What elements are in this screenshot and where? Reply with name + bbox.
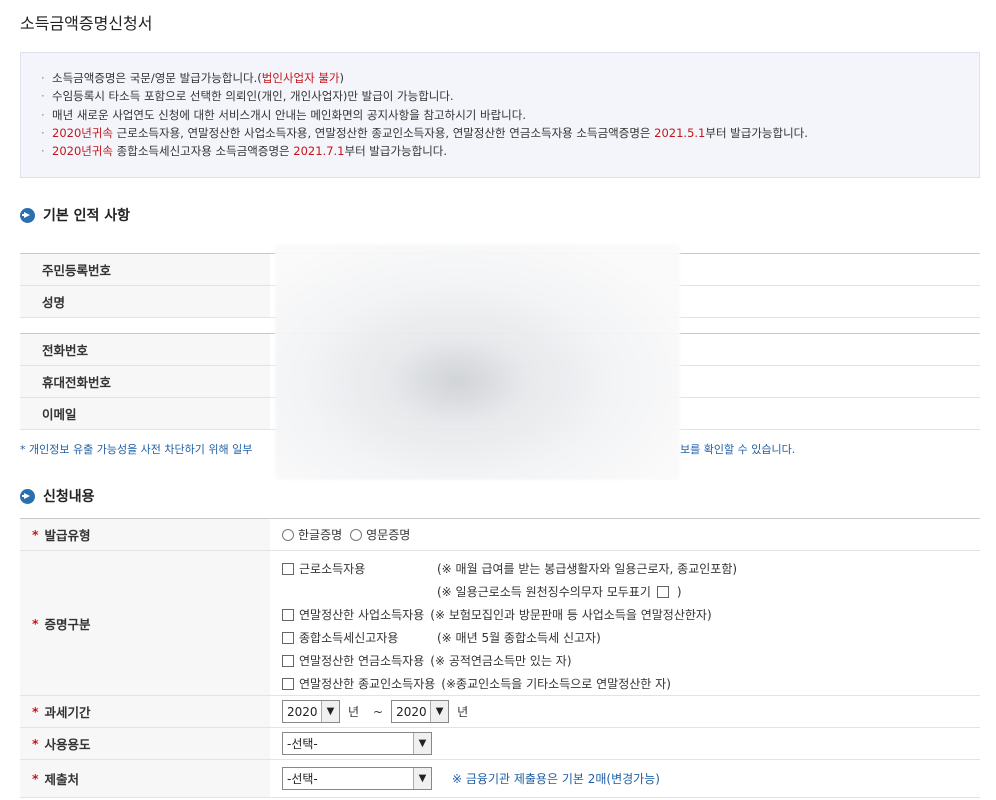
page-title: 소득금액증명신청서 — [20, 14, 153, 33]
cert-option-business[interactable]: 연말정산한 사업소득자용 (※ 보험모집인과 방문판매 등 사업소득을 연말정산… — [282, 603, 737, 626]
privacy-note: * 개인정보 유출 가능성을 사전 차단하기 위해 일부 — [20, 443, 253, 456]
arrow-circle-icon — [20, 207, 35, 223]
submit-to-label: 제출처 — [44, 772, 80, 787]
notice-box: · 소득금액증명은 국문/영문 발급가능합니다.(법인사업자 불가) · 수임등록시… — [20, 52, 980, 178]
arrow-circle-icon — [20, 488, 35, 504]
radio-korean[interactable]: 한글증명 — [282, 526, 342, 543]
chevron-down-icon: ▼ — [413, 768, 431, 789]
checkbox[interactable] — [282, 562, 294, 575]
notice-line: · 2020년귀속 근로소득자용, 연말정산한 사업소득자용, 연말정산한 종교인… — [41, 125, 808, 140]
cert-option-daily-worker: (※ 일용근로소득 원천징수의무자 모두표기 ) — [437, 584, 682, 600]
notice-line: · 수임등록시 타소득 포함으로 선택한 의뢰인(개인, 개인사업자)만 발급이 … — [41, 89, 454, 104]
usage-select[interactable]: -선택- ▼ — [282, 732, 432, 755]
required-mark: * — [32, 615, 39, 631]
radio-button[interactable] — [282, 528, 294, 541]
notice-line: · 소득금액증명은 국문/영문 발급가능합니다.(법인사업자 불가) — [41, 71, 344, 85]
notice-line: · 2020년귀속 종합소득세신고자용 소득금액증명은 2021.7.1부터 발급… — [41, 144, 448, 159]
section-title-basic: 기본 인적 사항 — [20, 205, 130, 225]
required-mark: * — [32, 771, 39, 786]
radio-english[interactable]: 영문증명 — [350, 526, 410, 543]
cert-type-list: 근로소득자용 (※ 매월 급여를 받는 봉급생활자와 일용근로자, 종교인포함)… — [282, 551, 737, 695]
table-row: * 제출처 -선택- ▼ ※ 금융기관 제출용은 기본 2매(변경가능) — [20, 760, 980, 798]
table-row: * 사용용도 -선택- ▼ — [20, 728, 980, 760]
radio-button[interactable] — [350, 528, 363, 541]
checkbox[interactable] — [282, 608, 294, 621]
apply-table: * 발급유형 한글증명 영문증명 * 증명구분 근로소득자용 (※ 매월 급여를 받… — [20, 518, 980, 798]
usage-label: 사용용도 — [44, 737, 91, 752]
cert-option-pension[interactable]: 연말정산한 연금소득자용 (※ 공적연금소득만 있는 자) — [282, 649, 737, 672]
chevron-down-icon: ▼ — [413, 733, 431, 754]
period-to-select[interactable]: 2020 ▼ — [391, 700, 450, 723]
email-label: 이메일 — [20, 398, 270, 429]
checkbox[interactable] — [656, 585, 669, 598]
chevron-down-icon: ▼ — [321, 701, 339, 722]
phone-label: 전화번호 — [20, 334, 270, 365]
cert-type-label: 증명구분 — [44, 616, 91, 632]
resident-number-label: 주민등록번호 — [20, 254, 270, 285]
redacted-area — [275, 244, 680, 480]
required-mark: * — [32, 704, 39, 719]
notice-line: · 매년 새로운 사업연도 신청에 대한 서비스개시 안내는 메인화면의 공지사항… — [41, 107, 526, 122]
table-row: * 과세기간 2020 ▼ 년 ~ 2020 ▼ 년 — [20, 696, 980, 728]
table-row: * 증명구분 근로소득자용 (※ 매월 급여를 받는 봉급생활자와 일용근로자, … — [20, 551, 980, 696]
checkbox[interactable] — [282, 654, 294, 667]
submit-to-select[interactable]: -선택- ▼ — [282, 767, 432, 790]
cert-option-religious[interactable]: 연말정산한 종교인소득자용 (※종교인소득을 기타소득으로 연말정산한 자) — [282, 672, 737, 695]
privacy-note-tail: 보를 확인할 수 있습니다. — [680, 443, 796, 456]
cert-option-comprehensive[interactable]: 종합소득세신고자용 (※ 매년 5월 종합소득세 신고자) — [282, 626, 737, 649]
checkbox[interactable] — [282, 631, 294, 644]
required-mark: * — [32, 736, 39, 751]
checkbox[interactable] — [282, 677, 294, 690]
required-mark: * — [32, 527, 39, 542]
table-row: * 발급유형 한글증명 영문증명 — [20, 519, 980, 551]
cert-option-wage[interactable]: 근로소득자용 (※ 매월 급여를 받는 봉급생활자와 일용근로자, 종교인포함) — [282, 557, 737, 580]
name-label: 성명 — [20, 286, 270, 317]
chevron-down-icon: ▼ — [430, 701, 449, 722]
period-from-select[interactable]: 2020 ▼ — [282, 700, 340, 723]
period-label: 과세기간 — [44, 705, 91, 720]
section-title-apply: 신청내용 — [20, 486, 95, 506]
issue-type-label: 발급유형 — [44, 528, 91, 543]
submit-hint: ※ 금융기관 제출용은 기본 2매(변경가능) — [452, 772, 660, 786]
mobile-label: 휴대전화번호 — [20, 366, 270, 397]
